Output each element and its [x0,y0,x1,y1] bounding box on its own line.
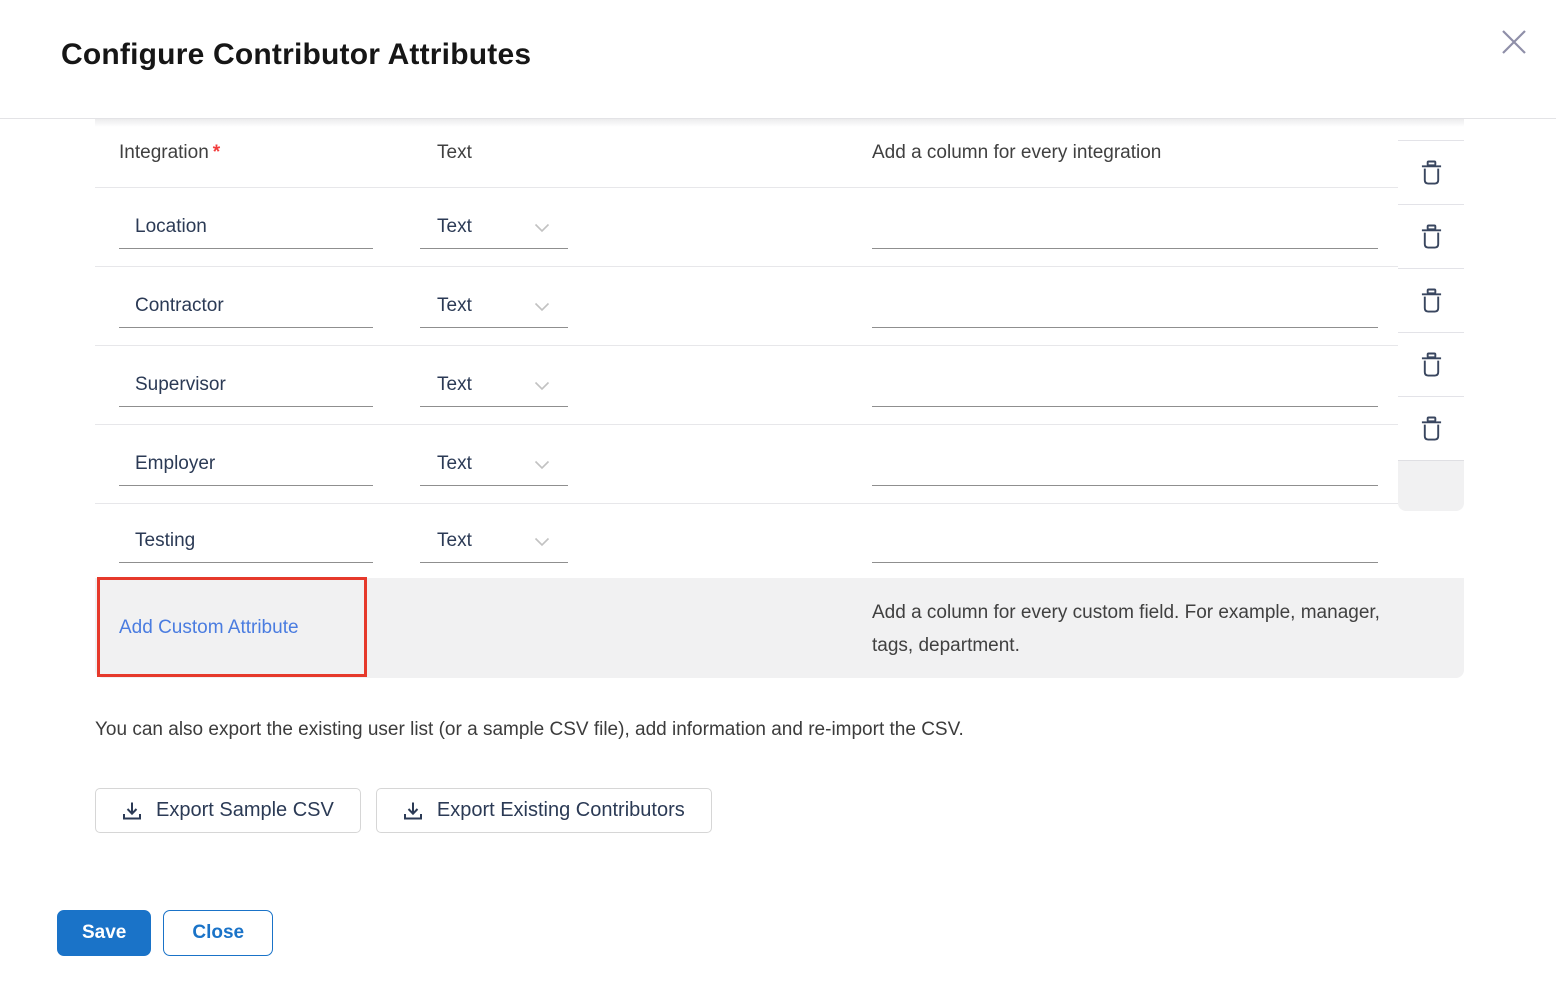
attribute-type-value: Text [437,216,472,238]
attribute-name-value: Location [135,216,207,238]
attribute-type-select[interactable]: Text [420,519,568,563]
attribute-type-value: Text [437,374,472,396]
download-icon [122,801,142,821]
add-custom-attribute-row: Add Custom Attribute Add a column for ev… [95,578,1464,678]
required-asterisk: * [213,142,220,163]
x-icon [1499,27,1529,57]
delete-column [1398,140,1464,511]
attribute-name-input[interactable]: Employer [119,442,373,486]
export-existing-contributors-label: Export Existing Contributors [437,799,685,822]
table-row-employer: Employer Text [95,425,1398,504]
trash-icon [1420,224,1443,249]
export-existing-contributors-button[interactable]: Export Existing Contributors [376,788,712,833]
delete-row-button[interactable] [1398,332,1464,396]
configure-contributor-attributes-dialog: Configure Contributor Attributes Integra… [0,0,1556,996]
delete-row-button[interactable] [1398,268,1464,332]
export-sample-csv-button[interactable]: Export Sample CSV [95,788,361,833]
chevron-down-icon [534,223,550,233]
empty-delete-cell [1398,460,1464,511]
delete-row-button[interactable] [1398,204,1464,268]
custom-field-description: Add a column for every custom field. For… [872,596,1387,662]
chevron-down-icon [534,537,550,547]
dialog-actions: Save Close [57,910,273,956]
delete-row-button[interactable] [1398,140,1464,204]
chevron-down-icon [534,381,550,391]
attribute-name-input[interactable]: Supervisor [119,363,373,407]
attribute-name-value: Testing [135,530,195,552]
delete-row-button[interactable] [1398,396,1464,460]
attribute-type-value: Text [437,453,472,475]
add-custom-attribute-link[interactable]: Add Custom Attribute [119,578,299,678]
table-row-integration: Integration* Text Add a column for every… [95,119,1398,188]
attribute-description-label: Add a column for every integration [872,142,1161,163]
attribute-description-input[interactable] [872,519,1378,563]
attribute-description-input[interactable] [872,205,1378,249]
trash-icon [1420,288,1443,313]
export-sample-csv-label: Export Sample CSV [156,799,334,822]
table-row-supervisor: Supervisor Text [95,346,1398,425]
page-title: Configure Contributor Attributes [61,38,531,72]
attribute-type-select[interactable]: Text [420,363,568,407]
chevron-down-icon [534,460,550,470]
attribute-type-cell: Text [420,142,568,164]
table-row-testing: Testing Text [95,504,1398,578]
download-icon [403,801,423,821]
export-note: You can also export the existing user li… [95,719,964,741]
attribute-name-cell: Integration* [119,142,373,164]
close-icon[interactable] [1496,24,1532,60]
attributes-table: Integration* Text Add a column for every… [95,119,1398,578]
attribute-type-value: Text [437,530,472,552]
trash-icon [1420,416,1443,441]
trash-icon [1420,352,1443,377]
attribute-name-value: Contractor [135,295,224,317]
attribute-name-input[interactable]: Contractor [119,284,373,328]
attribute-name-input[interactable]: Location [119,205,373,249]
chevron-down-icon [534,302,550,312]
attribute-type-label: Text [420,142,472,163]
attribute-type-select[interactable]: Text [420,205,568,249]
table-row-contractor: Contractor Text [95,267,1398,346]
attribute-name-label: Integration [119,142,209,163]
attribute-name-value: Supervisor [135,374,226,396]
attribute-name-value: Employer [135,453,215,475]
attribute-type-select[interactable]: Text [420,442,568,486]
attribute-type-value: Text [437,295,472,317]
trash-icon [1420,160,1443,185]
attribute-description-input[interactable] [872,363,1378,407]
attribute-description-cell: Add a column for every integration [872,142,1378,164]
close-button[interactable]: Close [163,910,273,956]
save-button[interactable]: Save [57,910,151,956]
attribute-type-select[interactable]: Text [420,284,568,328]
attribute-description-input[interactable] [872,442,1378,486]
table-row-location: Location Text [95,188,1398,267]
export-buttons: Export Sample CSV Export Existing Contri… [95,788,712,833]
attribute-name-input[interactable]: Testing [119,519,373,563]
attribute-description-input[interactable] [872,284,1378,328]
